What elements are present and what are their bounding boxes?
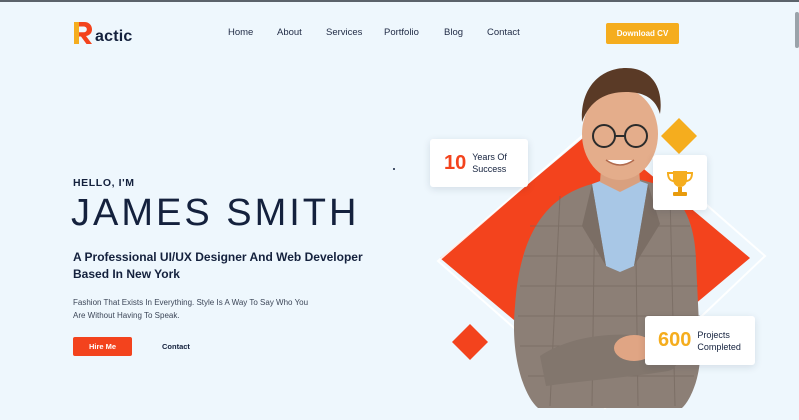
hero-illustration bbox=[436, 68, 767, 410]
hero-subtitle: A Professional UI/UX Designer And Web De… bbox=[73, 249, 373, 283]
hero-subtitle-line: Based In New York bbox=[73, 267, 180, 281]
nav-about[interactable]: About bbox=[277, 27, 302, 38]
nav-services[interactable]: Services bbox=[326, 27, 362, 38]
trophy-icon bbox=[666, 170, 694, 196]
nav-contact[interactable]: Contact bbox=[487, 27, 520, 38]
logo-r-icon bbox=[74, 22, 92, 44]
projects-label-line: Projects bbox=[697, 329, 730, 340]
years-label-line: Years Of bbox=[472, 152, 507, 162]
projects-label: Projects Completed bbox=[697, 329, 741, 353]
years-stat-card: 10 Years Of Success bbox=[430, 139, 528, 187]
hero-name: JAMES SMITH bbox=[71, 192, 360, 234]
contact-button[interactable]: Contact bbox=[162, 342, 190, 351]
nav-blog[interactable]: Blog bbox=[444, 27, 463, 38]
hire-me-button[interactable]: Hire Me bbox=[73, 337, 132, 356]
nav-portfolio[interactable]: Portfolio bbox=[384, 27, 419, 38]
hero-description-line: Fashion That Exists In Everything. Style… bbox=[73, 298, 309, 307]
small-red-diamond-shape bbox=[452, 324, 488, 360]
site-logo[interactable]: actic bbox=[72, 20, 132, 46]
years-label: Years Of Success bbox=[472, 151, 507, 175]
hero-subtitle-line: A Professional UI/UX Designer And Web De… bbox=[73, 250, 363, 264]
logo-text: actic bbox=[95, 28, 133, 45]
download-cv-button[interactable]: Download CV bbox=[606, 23, 679, 44]
projects-stat-card: 600 Projects Completed bbox=[645, 316, 755, 365]
nav-home[interactable]: Home bbox=[228, 27, 253, 38]
years-value: 10 bbox=[444, 151, 467, 174]
decorative-dot bbox=[393, 168, 395, 170]
projects-value: 600 bbox=[658, 329, 692, 351]
hero-greeting: HELLO, I'M bbox=[73, 177, 135, 189]
years-label-line: Success bbox=[472, 164, 507, 174]
yellow-diamond-shape bbox=[661, 118, 697, 154]
hero-description-line: Are Without Having To Speak. bbox=[73, 311, 180, 320]
browser-top-border bbox=[0, 0, 799, 2]
hero-description: Fashion That Exists In Everything. Style… bbox=[73, 296, 343, 322]
scrollbar-thumb[interactable] bbox=[795, 12, 799, 48]
projects-label-line: Completed bbox=[697, 341, 741, 352]
trophy-card bbox=[653, 155, 707, 210]
